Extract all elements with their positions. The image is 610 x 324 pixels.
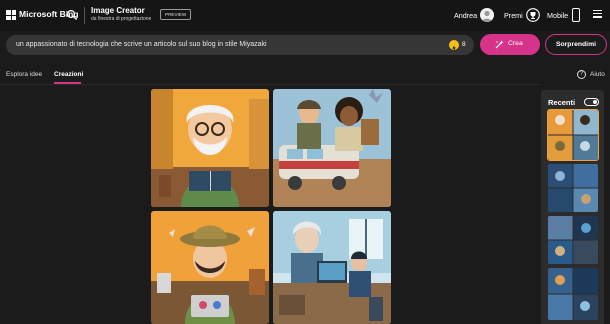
rewards-trophy-icon[interactable] [526, 8, 540, 22]
top-header: Microsoft Bing Image Creator da finestra… [0, 0, 610, 31]
prompt-input[interactable]: un appassionato di tecnologia che scrive… [6, 35, 474, 55]
blogger-with-laptop-image [151, 211, 269, 324]
microsoft-logo-icon[interactable] [6, 10, 16, 20]
boost-count: 8 [462, 41, 466, 48]
recent-creation-2[interactable] [548, 164, 598, 212]
surprise-label: Sorprendimi [555, 41, 597, 48]
old-man-reading-book-image [151, 89, 269, 207]
recent-creation-1[interactable] [547, 109, 599, 161]
recent-thumbnail-grid [548, 216, 598, 264]
help-link[interactable]: Aiuto [590, 71, 605, 78]
app-title[interactable]: Image Creator [91, 6, 145, 15]
recent-toggle[interactable] [584, 98, 599, 106]
generated-image-2[interactable] [273, 89, 391, 207]
generated-image-4[interactable] [273, 211, 391, 324]
generated-image-1[interactable] [151, 89, 269, 207]
tab-creations[interactable]: Creazioni [54, 71, 83, 78]
rewards-label[interactable]: Premi [504, 11, 523, 20]
recent-title: Recenti [548, 98, 576, 107]
user-name[interactable]: Andrea [454, 11, 477, 20]
user-avatar-icon [482, 10, 492, 22]
prompt-text[interactable]: un appassionato di tecnologia che scrive… [16, 41, 267, 48]
header-divider [84, 7, 85, 24]
tab-explore-ideas[interactable]: Esplora idee [6, 71, 42, 78]
computer-workshop-image [273, 211, 391, 324]
recent-creation-3[interactable] [548, 216, 598, 264]
mobile-phone-icon[interactable] [572, 8, 580, 22]
create-label: Crea [508, 40, 523, 47]
mobile-label[interactable]: Mobile [547, 11, 568, 20]
generated-image-3[interactable] [151, 211, 269, 324]
tabs-divider [0, 84, 540, 85]
avatar[interactable] [480, 8, 494, 22]
recent-panel: Recenti [541, 90, 604, 324]
recent-thumbnail-grid [548, 164, 598, 212]
friends-on-toy-train-image [273, 89, 391, 207]
help-icon[interactable]: ? [577, 70, 586, 79]
surprise-me-button[interactable]: Sorprendimi [545, 34, 607, 55]
app-subtitle: da finestra di progettazione [91, 16, 152, 22]
preview-badge: PREVIEW [160, 9, 192, 20]
create-spark-icon [495, 40, 504, 49]
hamburger-menu-icon[interactable] [593, 10, 602, 18]
boost-coin-icon [449, 40, 459, 52]
create-button[interactable]: Crea [480, 34, 540, 55]
recent-thumbnail-grid [548, 268, 598, 320]
recent-thumbnail-grid [548, 110, 598, 160]
search-icon[interactable] [66, 9, 78, 21]
recent-creation-4[interactable] [548, 268, 598, 320]
